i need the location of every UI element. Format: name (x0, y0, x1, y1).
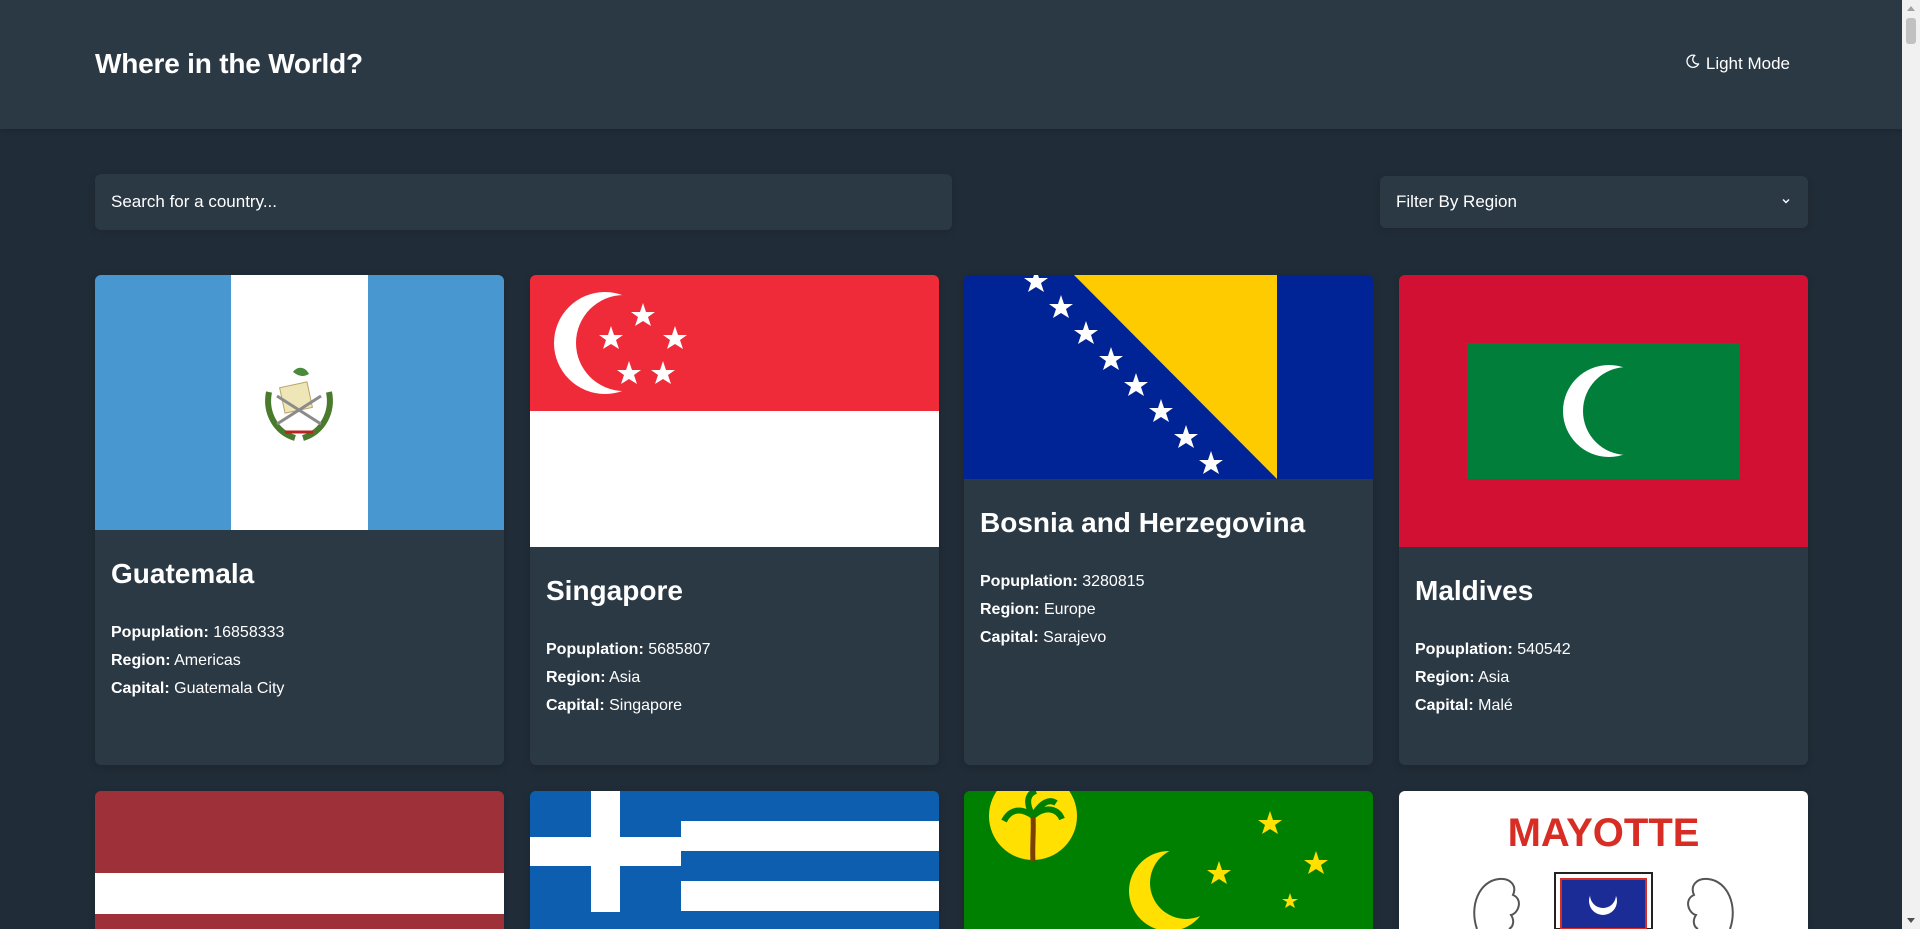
scrollbar-thumb[interactable] (1906, 18, 1916, 44)
capital-value: Guatemala City (174, 680, 285, 697)
search-input[interactable] (95, 174, 952, 230)
cocos-islands-flag (964, 791, 1373, 929)
latvia-flag (95, 791, 504, 929)
population-label: Popuplation (111, 624, 204, 641)
region-value: Americas (174, 652, 241, 669)
country-card-maldives[interactable]: Maldives Popuplation: 540542 Region: Asi… (1399, 275, 1808, 765)
moon-icon (1685, 54, 1700, 74)
population-value: 3280815 (1082, 573, 1145, 590)
mayotte-flag: MAYOTTE (1399, 791, 1808, 929)
region-row: Region: Asia (546, 669, 641, 686)
singapore-flag (530, 275, 939, 547)
population-label: Popuplation (546, 641, 639, 658)
capital-row: Capital: Malé (1415, 697, 1513, 714)
capital-label: Capital (111, 680, 165, 697)
region-row: Region: Europe (980, 601, 1096, 618)
guatemala-flag (95, 275, 504, 530)
capital-row: Capital: Guatemala City (111, 680, 285, 697)
population-row: Popuplation: 3280815 (980, 573, 1145, 590)
capital-value: Malé (1478, 697, 1513, 714)
country-card-singapore[interactable]: Singapore Popuplation: 5685807 Region: A… (530, 275, 939, 765)
region-label: Region (546, 669, 601, 686)
country-name: Bosnia and Herzegovina (980, 507, 1306, 538)
country-card-latvia[interactable] (95, 791, 504, 929)
capital-value: Sarajevo (1043, 629, 1107, 646)
population-row: Popuplation: 16858333 (111, 624, 285, 641)
country-card-greece[interactable] (530, 791, 939, 929)
app-title: Where in the World? (95, 48, 363, 79)
header-bar: Where in the World? Light Mode (0, 0, 1902, 129)
region-filter-select[interactable]: Filter By Region (1380, 176, 1808, 228)
population-label: Popuplation (980, 573, 1073, 590)
region-value: Asia (609, 669, 641, 686)
country-name: Singapore (546, 575, 683, 606)
theme-toggle-button[interactable]: Light Mode (1685, 54, 1790, 74)
theme-toggle-label: Light Mode (1705, 54, 1790, 73)
bosnia-and-herzegovina-flag (964, 275, 1373, 479)
region-row: Region: Asia (1415, 669, 1510, 686)
population-value: 540542 (1517, 641, 1571, 658)
population-value: 16858333 (213, 624, 285, 641)
country-card-bosnia-and-herzegovina[interactable]: Bosnia and Herzegovina Popuplation: 3280… (964, 275, 1373, 765)
region-label: Region (980, 601, 1035, 618)
capital-label: Capital (546, 697, 600, 714)
country-card-guatemala[interactable]: Guatemala Popuplation: 16858333 Region: … (95, 275, 504, 765)
population-row: Popuplation: 540542 (1415, 641, 1571, 658)
country-card-cocos-islands[interactable] (964, 791, 1373, 929)
capital-value: Singapore (609, 697, 683, 714)
population-value: 5685807 (648, 641, 711, 658)
region-value: Europe (1044, 601, 1096, 618)
region-row: Region: Americas (111, 652, 241, 669)
chevron-down-icon (1780, 192, 1792, 212)
region-label: Region (1415, 669, 1470, 686)
capital-row: Capital: Singapore (546, 697, 683, 714)
scroll-up-icon[interactable] (1907, 6, 1915, 11)
capital-label: Capital (1415, 697, 1469, 714)
region-filter-label: Filter By Region (1396, 192, 1517, 211)
population-label: Popuplation (1415, 641, 1508, 658)
search-box (95, 174, 952, 230)
country-name: Guatemala (111, 558, 255, 589)
capital-row: Capital: Sarajevo (980, 629, 1107, 646)
scroll-down-icon[interactable] (1907, 918, 1915, 923)
country-card-mayotte[interactable]: MAYOTTE (1399, 791, 1808, 929)
capital-label: Capital (980, 629, 1034, 646)
greece-flag (530, 791, 939, 929)
region-label: Region (111, 652, 166, 669)
page-scrollbar[interactable] (1902, 0, 1920, 929)
population-row: Popuplation: 5685807 (546, 641, 711, 658)
country-name: Maldives (1415, 575, 1534, 606)
maldives-flag (1399, 275, 1808, 547)
region-value: Asia (1478, 669, 1510, 686)
